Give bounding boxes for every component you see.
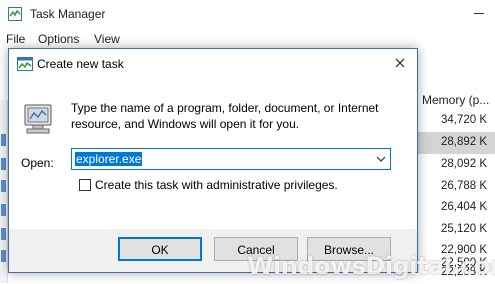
process-icon [1, 250, 6, 262]
task-manager-title: Task Manager [30, 7, 106, 21]
task-manager-titlebar: Task Manager [0, 0, 495, 28]
admin-privileges-label[interactable]: Create this task with administrative pri… [95, 178, 338, 192]
table-row[interactable]: 26,404 K [416, 197, 495, 219]
table-row[interactable]: 26,788 K [416, 176, 495, 198]
open-combobox[interactable]: explorer.exe [71, 148, 391, 170]
process-icon [1, 158, 6, 170]
dialog-content: Type the name of a program, folder, docu… [9, 79, 417, 229]
menu-file[interactable]: File [6, 32, 25, 46]
dialog-titlebar: Create new task [9, 49, 417, 79]
open-input-value[interactable]: explorer.exe [75, 152, 143, 166]
admin-privileges-checkbox[interactable] [79, 179, 91, 191]
minimize-button[interactable] [470, 4, 490, 22]
memory-value: 28,092 K [440, 158, 487, 170]
table-row-selected[interactable]: 28,892 K [416, 132, 495, 154]
process-icon [1, 180, 6, 192]
process-icon [1, 228, 6, 240]
process-icon [1, 204, 6, 216]
chevron-down-icon[interactable] [376, 155, 386, 163]
table-row[interactable]: 25,120 K [416, 219, 495, 241]
menu-options[interactable]: Options [38, 32, 79, 46]
table-row[interactable]: 28,092 K [416, 154, 495, 176]
watermark: WindowsDigital.com [247, 252, 495, 280]
task-manager-icon [8, 7, 22, 21]
dialog-message: Type the name of a program, folder, docu… [71, 101, 379, 131]
memory-column-header[interactable]: Memory (p... [416, 86, 495, 112]
memory-value: 25,120 K [440, 223, 487, 235]
dialog-title: Create new task [37, 57, 124, 71]
memory-value: 28,892 K [440, 136, 487, 148]
task-manager-menubar: File Options View [0, 28, 495, 50]
ok-button[interactable]: OK [118, 237, 202, 261]
memory-value: 34,720 K [440, 114, 487, 126]
run-icon [24, 104, 52, 134]
table-row[interactable]: 34,720 K [416, 110, 495, 132]
menu-view[interactable]: View [94, 32, 120, 46]
open-label: Open: [21, 156, 54, 170]
memory-value: 26,404 K [440, 201, 487, 213]
memory-column-label: Memory (p... [422, 93, 490, 107]
close-icon[interactable] [387, 53, 413, 75]
create-new-task-dialog: Create new task Type the name of a progr… [8, 48, 418, 273]
memory-value: 26,788 K [440, 180, 487, 192]
task-manager-icon [17, 57, 33, 71]
process-list-left-edge [0, 100, 8, 283]
process-icon [1, 134, 6, 146]
